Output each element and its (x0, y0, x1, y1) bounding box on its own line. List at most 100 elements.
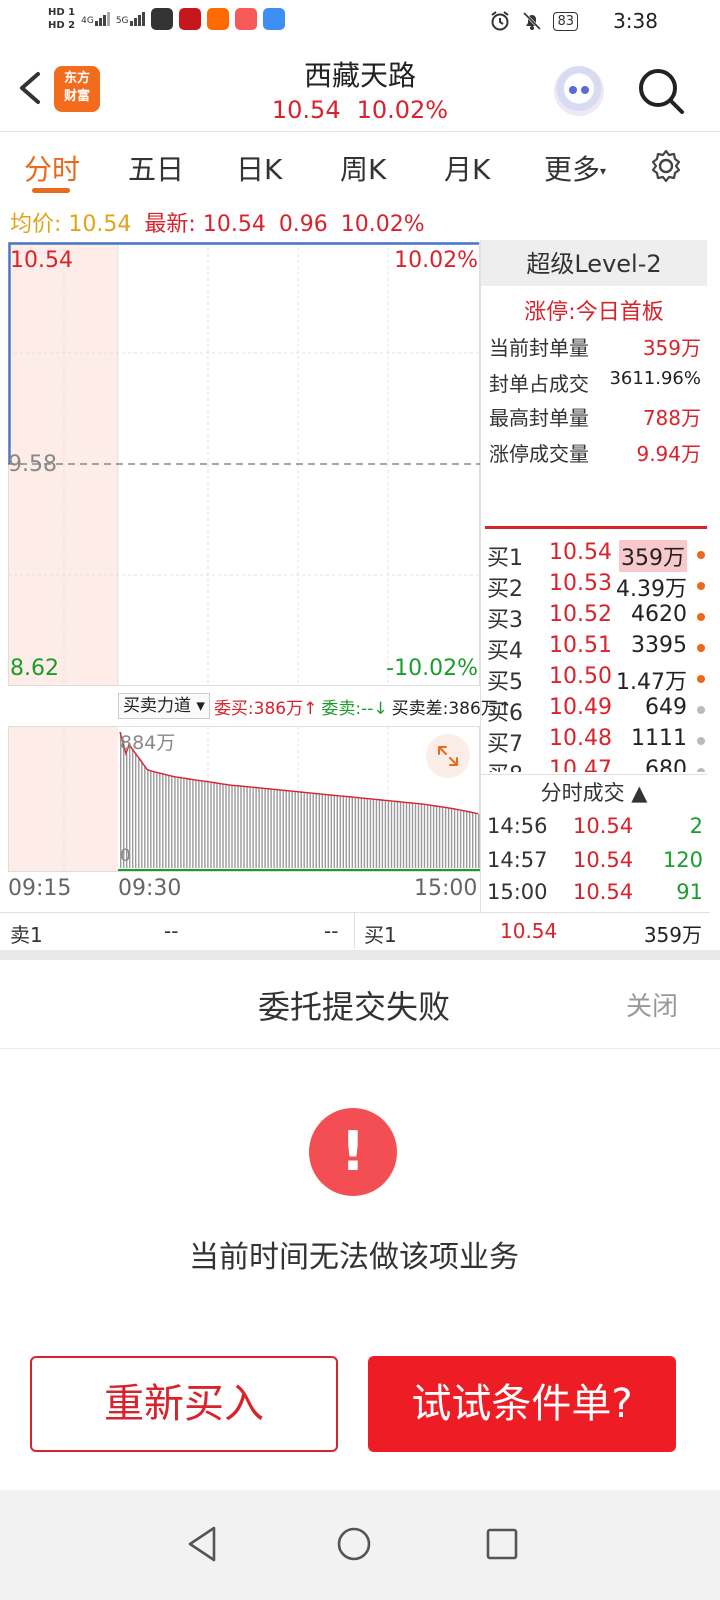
volume-bar (213, 782, 215, 868)
limit-up-title: 涨停:今日首板 (524, 300, 664, 325)
volume-bar (222, 783, 224, 868)
level2-header[interactable]: 超级Level-2 (481, 240, 707, 286)
bid-row: 买3 10.52 4620 (487, 602, 707, 633)
bid-qty: 1.47万 (616, 670, 687, 695)
bid-qty: 4.39万 (616, 577, 687, 602)
stock-price: 10.54 (271, 96, 341, 124)
chart-indicator-bar: 买卖力道 ▾ 委买:386万↑ 委卖:--↓ 买卖差:386万↑ (118, 692, 512, 720)
volume-bar (147, 769, 149, 868)
tab-more[interactable]: 更多▾ (544, 148, 606, 188)
volume-bar (342, 796, 344, 868)
trade-time: 15:00 (487, 880, 548, 904)
rebuy-button[interactable]: 重新买入 (30, 1356, 338, 1452)
volume-bar (339, 795, 341, 868)
volume-bar (297, 791, 299, 868)
nav-home-icon[interactable] (334, 1524, 374, 1564)
volume-bar (381, 800, 384, 868)
bid-name: 买6 (487, 701, 523, 726)
stock-change-pct: 10.02% (356, 96, 449, 124)
nav-back-icon[interactable] (184, 1524, 220, 1564)
volume-chart[interactable]: 884万 0 (8, 726, 480, 872)
expand-icon[interactable] (426, 734, 470, 778)
status-time: 3:38 (613, 9, 658, 33)
volume-bar (330, 795, 332, 868)
seal-stat-row: 当前封单量 359万 (489, 332, 701, 361)
limit-up-divider (485, 526, 707, 529)
volume-bar (240, 786, 242, 868)
volume-bar (300, 792, 302, 868)
system-nav-bar (0, 1490, 720, 1600)
volume-bar (171, 775, 173, 868)
bid-dot-icon (697, 675, 705, 683)
trade-time: 14:56 (487, 814, 548, 838)
volume-bar (360, 797, 363, 868)
trade-detail-header[interactable]: 分时成交 ▲ (481, 774, 707, 812)
gear-icon[interactable] (648, 148, 684, 184)
bid-price: 10.48 (549, 726, 612, 751)
indicator-select[interactable]: 买卖力道 ▾ (118, 693, 210, 719)
trade-volume: 91 (676, 880, 703, 904)
tab-fenshi[interactable]: 分时 (24, 148, 80, 188)
bid-dot-icon (697, 551, 705, 559)
tab-week-k[interactable]: 周K (340, 148, 386, 188)
bid-price: 10.47 (549, 757, 612, 772)
tab-day-k[interactable]: 日K (236, 148, 282, 188)
seal-stat-value: 788万 (642, 406, 701, 430)
y-bottom-label: 8.62 (10, 656, 59, 681)
indicator-select-label: 买卖力道 (123, 696, 191, 716)
seal-stat-label: 涨停成交量 (489, 442, 589, 466)
volume-bar (162, 773, 164, 868)
seal-stat-label: 最高封单量 (489, 406, 589, 430)
bid-name: 买1 (487, 546, 523, 571)
volume-bar (432, 805, 435, 868)
bank-app-icon (178, 8, 201, 30)
volume-bar (348, 796, 350, 868)
y-mid-label: 9.58 (8, 452, 57, 477)
time-start-label: 09:15 (8, 876, 72, 901)
bid-qty: 359万 (619, 540, 687, 572)
sell1-price: -- (164, 919, 179, 943)
bid-name: 买5 (487, 670, 523, 695)
nav-recents-icon[interactable] (484, 1524, 520, 1564)
assistant-robot-icon[interactable] (554, 66, 604, 116)
volume-bar (177, 777, 179, 868)
buy1-qty: 359万 (643, 923, 702, 947)
volume-bar (387, 800, 390, 868)
volume-bar (384, 800, 387, 868)
bid-dot-icon (697, 582, 705, 590)
volume-bar (210, 782, 212, 868)
volume-bar (267, 788, 269, 868)
bid-dot-icon (697, 613, 705, 621)
pct-top-label: 10.02% (394, 248, 478, 273)
volume-bar (357, 797, 360, 868)
pct-bottom-label: -10.02% (386, 656, 478, 681)
price-chart[interactable]: 10.54 10.02% 9.58 8.62 -10.02% (8, 242, 480, 686)
volume-bar (273, 789, 275, 868)
volume-bar (243, 786, 245, 868)
seal-stat-label: 封单占成交 (489, 372, 589, 396)
volume-bar (183, 778, 185, 868)
trade-price: 10.54 (573, 848, 634, 872)
search-icon[interactable] (636, 66, 686, 116)
tab-month-k[interactable]: 月K (444, 148, 490, 188)
close-button[interactable]: 关闭 (626, 986, 678, 1023)
status-right: 83 (489, 10, 578, 32)
volume-bar (303, 792, 305, 868)
caret-up-icon: ▲ (631, 781, 648, 805)
seal-stat-row: 最高封单量 788万 (489, 402, 701, 431)
conditional-order-button[interactable]: 试试条件单? (368, 1356, 676, 1452)
volume-bar (411, 803, 414, 868)
volume-bar (420, 803, 423, 868)
sell-commission-value: --↓ (361, 698, 388, 719)
sell-commission-label: 委卖: (321, 698, 362, 719)
signal-5g-icon: 5G (116, 12, 145, 26)
change-value: 0.96 (278, 212, 328, 237)
buy-commission: 委买:386万↑ (213, 698, 318, 719)
volume-bar (466, 811, 468, 868)
tab-five-day[interactable]: 五日 (128, 148, 184, 188)
volume-bar (444, 807, 447, 868)
bid-list[interactable]: 买1 10.54 359万 买2 10.53 4.39万 买3 10.52 46… (481, 540, 707, 772)
cloud-app-icon (262, 8, 285, 30)
volume-bar (276, 789, 278, 868)
volume-bar (429, 805, 432, 868)
